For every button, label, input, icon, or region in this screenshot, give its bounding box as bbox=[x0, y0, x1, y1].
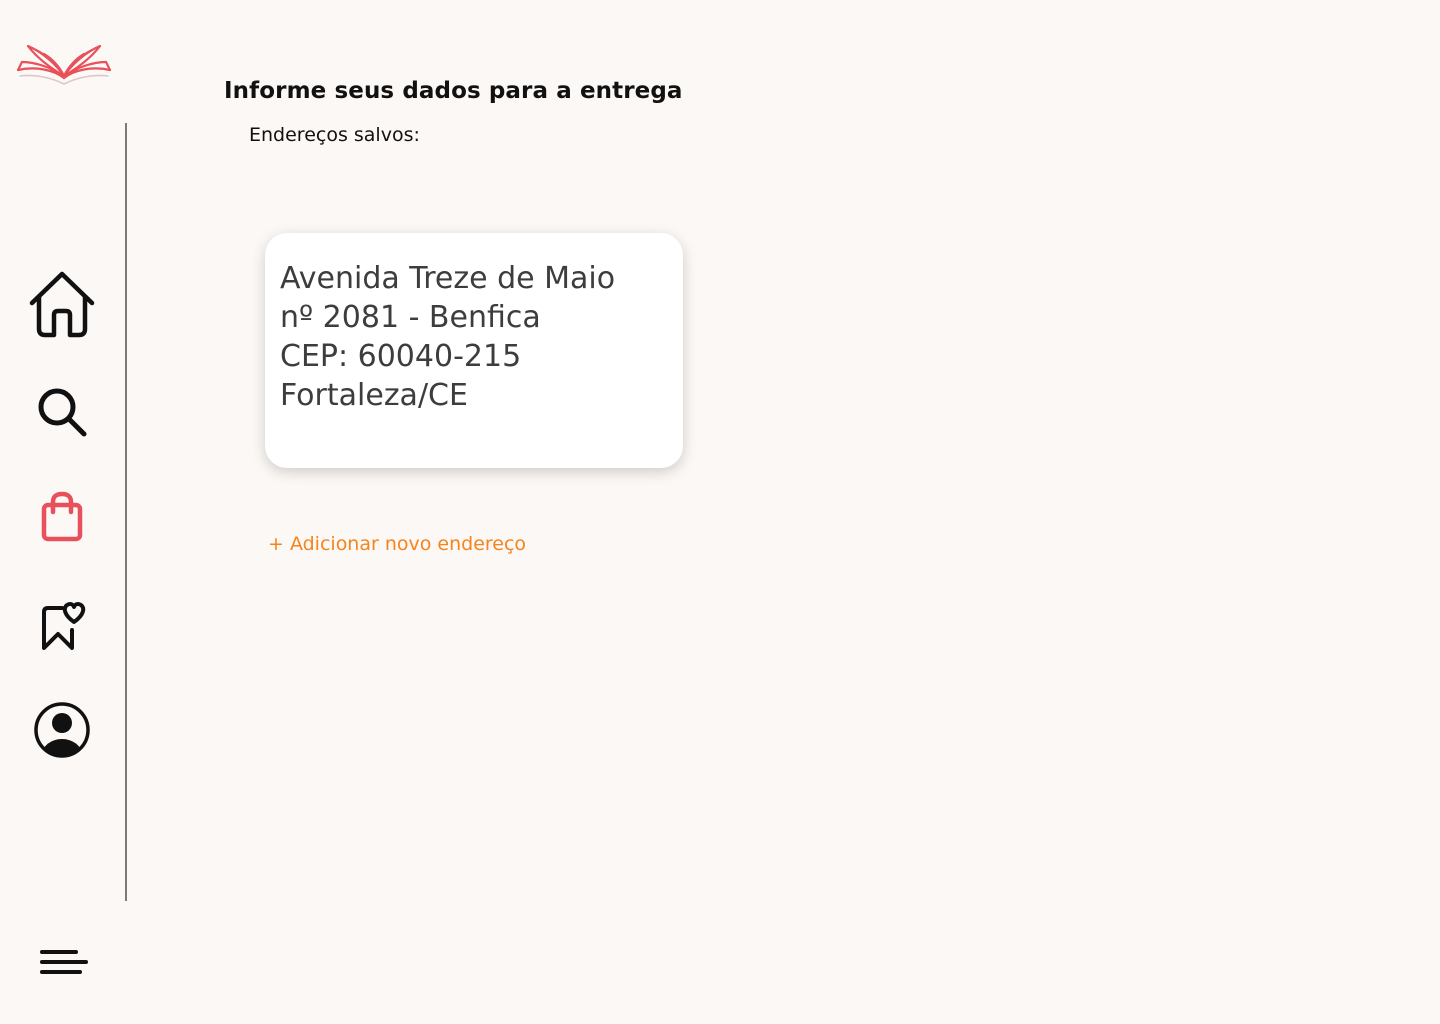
user-circle-icon bbox=[34, 702, 90, 758]
add-address-link[interactable]: + Adicionar novo endereço bbox=[268, 533, 526, 555]
address-number: nº 2081 - Benfica bbox=[280, 300, 541, 335]
shopping-bag-icon bbox=[41, 491, 83, 542]
sidebar-item-home[interactable] bbox=[26, 268, 98, 340]
address-street: Avenida Treze de Maio bbox=[280, 261, 616, 296]
sidebar-item-profile[interactable] bbox=[30, 698, 94, 762]
home-icon bbox=[29, 271, 95, 338]
menu-button[interactable] bbox=[34, 942, 92, 984]
saved-addresses-label: Endereços salvos: bbox=[249, 124, 420, 146]
menu-icon bbox=[40, 950, 88, 974]
open-book-icon[interactable] bbox=[14, 40, 114, 90]
bookmark-heart-icon bbox=[42, 601, 86, 650]
sidebar-item-wishlist[interactable] bbox=[30, 594, 94, 654]
sidebar-divider bbox=[125, 123, 127, 901]
address-cep: CEP: 60040-215 bbox=[280, 339, 522, 374]
checkout-page: Informe seus dados para a entrega Endere… bbox=[0, 0, 1440, 1024]
saved-address-card[interactable]: Avenida Treze de Maio nº 2081 - Benfica … bbox=[265, 233, 683, 468]
sidebar-item-search[interactable] bbox=[30, 380, 94, 444]
address-city: Fortaleza/CE bbox=[280, 378, 468, 413]
page-title: Informe seus dados para a entrega bbox=[224, 78, 683, 104]
sidebar-item-cart[interactable] bbox=[32, 486, 92, 546]
search-icon bbox=[38, 388, 87, 437]
